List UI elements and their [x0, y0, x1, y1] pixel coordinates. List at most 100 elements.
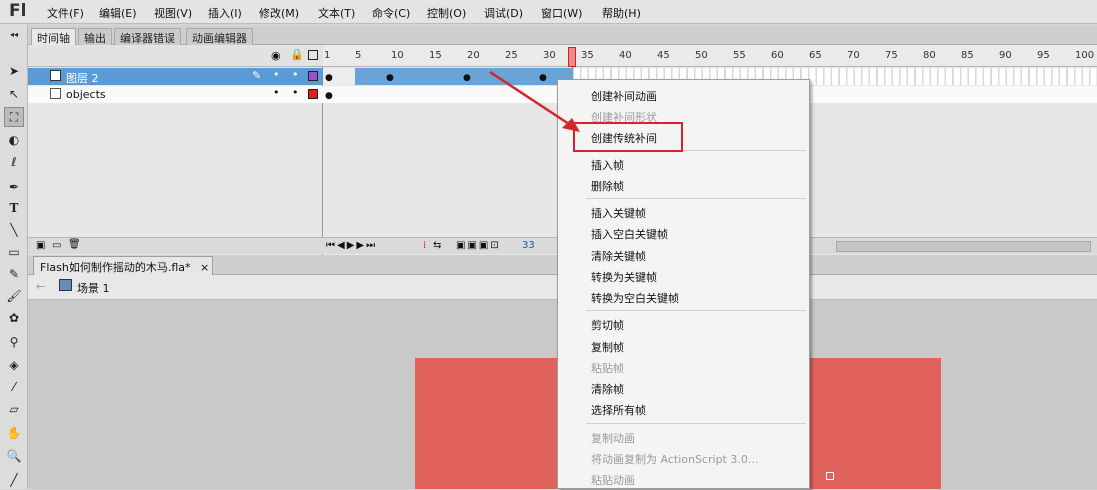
menu-separator	[586, 423, 806, 424]
free-transform-tool-icon[interactable]: ⛶	[4, 107, 24, 127]
lock-dot[interactable]: •	[292, 68, 299, 81]
menu-window[interactable]: 窗口(W)	[541, 5, 582, 21]
center-frame-icon[interactable]: ⁞	[423, 240, 426, 251]
menu-file[interactable]: 文件(F)	[47, 5, 84, 21]
keyframe-dot[interactable]: ●	[325, 91, 333, 101]
selection-tool-icon[interactable]: ➤	[4, 61, 24, 81]
app-logo: Fl	[9, 1, 27, 21]
loop-icon[interactable]: ⇆	[433, 240, 441, 251]
menu-convert-to-keyframe[interactable]: 转换为关键帧	[591, 269, 657, 285]
scene-icon	[59, 279, 72, 291]
menu-clear-frames[interactable]: 清除帧	[591, 381, 624, 397]
menu-control[interactable]: 控制(O)	[427, 5, 466, 21]
subselection-tool-icon[interactable]: ↖	[4, 84, 24, 104]
panel-tab-bar: 时间轴 输出 编译器错误 动画编辑器	[28, 26, 1097, 45]
brush-tool-icon[interactable]: 🖌	[4, 286, 24, 306]
menu-insert-blank-keyframe[interactable]: 插入空白关键帧	[591, 226, 668, 242]
ruler-label: 55	[733, 50, 746, 61]
onion-skin-icons[interactable]: ▣▣▣⊡	[456, 240, 501, 251]
menu-help[interactable]: 帮助(H)	[602, 5, 641, 21]
timeline-scrollbar[interactable]	[836, 241, 1091, 252]
lock-icon[interactable]: 🔒	[290, 48, 304, 61]
menu-text[interactable]: 文本(T)	[318, 5, 355, 21]
ruler-label: 40	[619, 50, 632, 61]
ruler-label: 85	[961, 50, 974, 61]
layer-name[interactable]: 图层 2	[66, 70, 99, 86]
menu-view[interactable]: 视图(V)	[154, 5, 192, 21]
menu-copy-frames[interactable]: 复制帧	[591, 339, 624, 355]
menu-cut-frames[interactable]: 剪切帧	[591, 317, 624, 333]
stroke-color-icon[interactable]: ╱	[4, 470, 24, 490]
playhead[interactable]	[568, 47, 576, 67]
menu-edit[interactable]: 编辑(E)	[99, 5, 137, 21]
new-layer-icon[interactable]: ▣	[36, 240, 45, 251]
layer-icon	[50, 70, 61, 81]
close-icon[interactable]: ×	[200, 261, 209, 274]
visibility-dot[interactable]: •	[273, 86, 280, 99]
eraser-tool-icon[interactable]: ▱	[4, 399, 24, 419]
rectangle-tool-icon[interactable]: ▭	[4, 242, 24, 262]
menu-separator	[586, 198, 806, 199]
menu-remove-frames[interactable]: 删除帧	[591, 178, 624, 194]
layer-outline-color-swatch[interactable]	[308, 71, 318, 81]
layer-outline-color-swatch[interactable]	[308, 89, 318, 99]
menu-select-all-frames[interactable]: 选择所有帧	[591, 402, 646, 418]
menu-insert-frame[interactable]: 插入帧	[591, 157, 624, 173]
zoom-tool-icon[interactable]: 🔍	[4, 446, 24, 466]
hand-tool-icon[interactable]: ✋	[4, 423, 24, 443]
pen-tool-icon[interactable]: ✒	[4, 177, 24, 197]
ruler-label: 15	[429, 50, 442, 61]
back-arrow-icon[interactable]: ←	[36, 280, 45, 293]
menu-debug[interactable]: 调试(D)	[484, 5, 523, 21]
keyframe-dot[interactable]: ●	[325, 73, 333, 83]
ruler-label: 65	[809, 50, 822, 61]
menu-insert-keyframe[interactable]: 插入关键帧	[591, 205, 646, 221]
tab-motion-editor[interactable]: 动画编辑器	[186, 28, 253, 45]
tab-output[interactable]: 输出	[78, 28, 112, 45]
document-tab[interactable]: Flash如何制作摇动的木马.fla* ×	[33, 256, 213, 275]
visibility-dot[interactable]: •	[273, 68, 280, 81]
tab-compiler-errors[interactable]: 编译器错误	[114, 28, 181, 45]
ruler-label: 60	[771, 50, 784, 61]
outline-icon[interactable]	[308, 50, 318, 60]
ruler-label: 10	[391, 50, 404, 61]
line-tool-icon[interactable]: ╲	[4, 220, 24, 240]
keyframe-dot[interactable]: ●	[463, 73, 471, 83]
menu-bar: Fl 文件(F) 编辑(E) 视图(V) 插入(I) 修改(M) 文本(T) 命…	[0, 0, 1097, 24]
pencil-tool-icon[interactable]: ✎	[4, 264, 24, 284]
menu-convert-to-blank-keyframe[interactable]: 转换为空白关键帧	[591, 290, 679, 306]
lock-dot[interactable]: •	[292, 86, 299, 99]
layer-row-objects[interactable]: objects • •	[28, 86, 323, 103]
ruler-label: 90	[999, 50, 1012, 61]
lasso-tool-icon[interactable]: ℓ	[4, 152, 24, 172]
menu-paste-motion: 粘贴动画	[591, 474, 635, 487]
ruler-label: 35	[581, 50, 594, 61]
eye-icon[interactable]: ◉	[271, 49, 281, 62]
tab-timeline[interactable]: 时间轴	[31, 28, 76, 45]
new-folder-icon[interactable]: ▭	[52, 240, 61, 251]
transform-handle[interactable]	[826, 472, 834, 480]
menu-insert[interactable]: 插入(I)	[208, 5, 242, 21]
keyframe-dot[interactable]: ●	[386, 73, 394, 83]
layer-icon	[50, 88, 61, 99]
eyedropper-tool-icon[interactable]: ⁄	[4, 377, 24, 397]
playback-controls[interactable]: ⏮◀▶▶⏭	[326, 240, 377, 251]
frame-ruler[interactable]: 1 5 10 15 20 25 30 35 40 45 50 55 60 65 …	[323, 45, 1097, 67]
menu-clear-keyframe[interactable]: 清除关键帧	[591, 248, 646, 264]
menu-commands[interactable]: 命令(C)	[372, 5, 410, 21]
menu-create-motion-tween[interactable]: 创建补间动画	[591, 88, 657, 104]
panel-grip-icon[interactable]: ◂◂	[4, 30, 24, 39]
scene-label[interactable]: 场景 1	[77, 280, 110, 296]
layer-name[interactable]: objects	[66, 88, 106, 101]
bone-tool-icon[interactable]: ⚲	[4, 332, 24, 352]
menu-modify[interactable]: 修改(M)	[259, 5, 299, 21]
delete-layer-icon[interactable]: 🗑	[68, 239, 81, 250]
3d-rotation-tool-icon[interactable]: ◐	[4, 130, 24, 150]
deco-tool-icon[interactable]: ✿	[4, 308, 24, 328]
ruler-label: 1	[324, 50, 331, 61]
text-tool-icon[interactable]: T	[4, 198, 24, 218]
ruler-label: 75	[885, 50, 898, 61]
paint-bucket-tool-icon[interactable]: ◈	[4, 355, 24, 375]
layer-row-layer2[interactable]: 图层 2 ✎ • •	[28, 68, 323, 85]
pencil-icon: ✎	[252, 69, 262, 82]
